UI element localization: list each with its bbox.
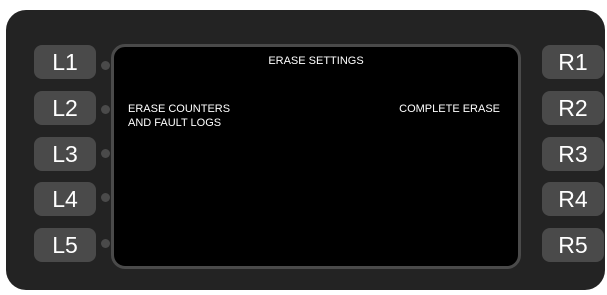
line-select-key-l5[interactable]: L5 [34,228,96,262]
screen-title: ERASE SETTINGS [268,55,364,67]
erase-counters-line1: ERASE COUNTERS [128,103,231,115]
complete-erase-option: COMPLETE ERASE [399,103,500,115]
line-select-key-l2[interactable]: L2 [34,91,96,125]
erase-counters-line2: AND FAULT LOGS [128,117,222,129]
line-select-key-r2[interactable]: R2 [542,91,604,125]
line-select-key-l1[interactable]: L1 [34,45,96,79]
line-select-key-l3[interactable]: L3 [34,137,96,171]
key-connector-l1 [101,61,110,70]
key-connector-l4 [101,193,110,202]
line-select-key-r4[interactable]: R4 [542,182,604,216]
display-screen: ERASE SETTINGS ERASE COUNTERS AND FAULT … [111,44,521,269]
erase-counters-option: ERASE COUNTERS AND FAULT LOGS [128,102,230,130]
line-select-key-r3[interactable]: R3 [542,137,604,171]
line-select-key-l4[interactable]: L4 [34,182,96,216]
line-select-key-r1[interactable]: R1 [542,45,604,79]
key-connector-l2 [101,105,110,114]
line-select-key-r5[interactable]: R5 [542,228,604,262]
key-connector-l5 [101,239,110,248]
key-connector-l3 [101,149,110,158]
